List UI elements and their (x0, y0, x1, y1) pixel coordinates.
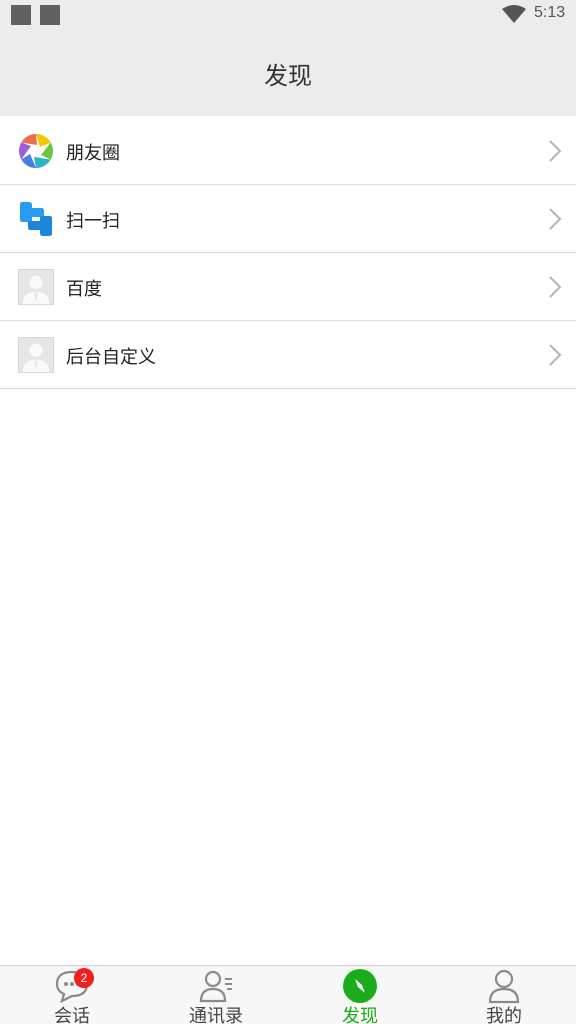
default-avatar-icon (18, 269, 54, 305)
chevron-right-icon (549, 208, 562, 230)
page-title: 发现 (264, 61, 312, 90)
compass-icon (343, 969, 377, 1003)
list-item-label: 后台自定义 (66, 347, 156, 368)
list-item-baidu[interactable]: 百度 (0, 253, 576, 321)
scan-icon (20, 202, 52, 236)
notification-icon (40, 5, 60, 25)
list-item-label: 朋友圈 (66, 143, 120, 164)
tab-me[interactable]: 我的 (432, 966, 576, 1024)
chevron-right-icon (549, 344, 562, 366)
chevron-right-icon (549, 140, 562, 162)
bottom-tab-bar: 2 会话 通讯录 发现 我的 (0, 965, 576, 1024)
tab-label: 发现 (342, 1006, 378, 1024)
tab-contacts[interactable]: 通讯录 (144, 966, 288, 1024)
tab-label: 通讯录 (189, 1006, 243, 1024)
status-bar: 5:13 (0, 0, 576, 30)
contacts-icon (199, 970, 232, 1003)
list-item-custom[interactable]: 后台自定义 (0, 321, 576, 389)
tab-discover[interactable]: 发现 (288, 966, 432, 1024)
discover-list: 朋友圈 扫一扫 百度 后台自定义 (0, 117, 576, 389)
unread-badge: 2 (74, 968, 94, 988)
tab-label: 我的 (486, 1006, 522, 1024)
person-icon (488, 969, 520, 1004)
chevron-right-icon (549, 276, 562, 298)
list-item-scan[interactable]: 扫一扫 (0, 185, 576, 253)
status-time: 5:13 (534, 4, 566, 21)
tab-label: 会话 (54, 1006, 90, 1024)
list-item-label: 百度 (66, 279, 102, 300)
notification-icon (11, 5, 31, 25)
moments-aperture-icon (19, 134, 53, 168)
list-item-label: 扫一扫 (66, 211, 120, 232)
wifi-icon (502, 5, 526, 23)
default-avatar-icon (18, 337, 54, 373)
list-item-moments[interactable]: 朋友圈 (0, 117, 576, 185)
tab-chats[interactable]: 2 会话 (0, 966, 144, 1024)
header: 发现 (0, 30, 576, 116)
